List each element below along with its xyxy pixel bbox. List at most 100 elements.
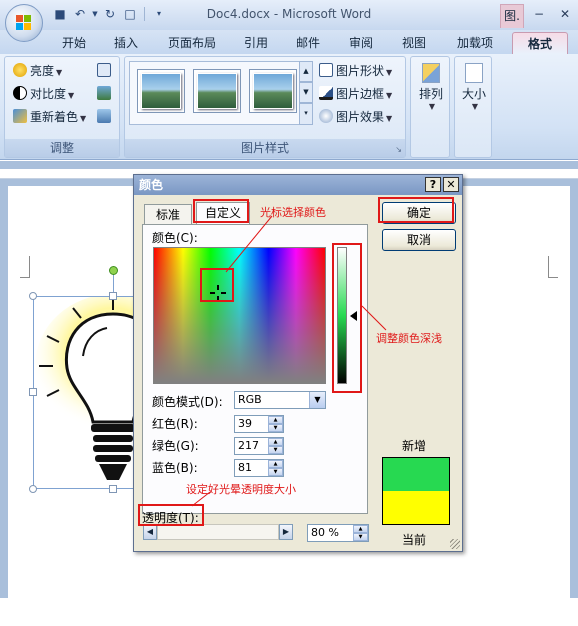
picture-effects-label: 图片效果 [336, 110, 385, 124]
color-mode-label: 颜色模式(D): [152, 395, 223, 409]
adjust-group: 亮度 ▼ 对比度 ▼ 重新着色 ▼ 调整 [4, 56, 120, 158]
picture-shape-icon [319, 63, 333, 77]
spin-up-icon[interactable]: ▲ [268, 460, 283, 468]
tab-insert[interactable]: 插入 [103, 32, 149, 54]
tab-add-ins[interactable]: 加载项 [447, 32, 503, 54]
blue-spinner[interactable]: ▲ ▼ [268, 460, 283, 476]
adjust-group-label: 调整 [5, 139, 119, 157]
blue-value-input[interactable]: 81 ▲ ▼ [234, 459, 284, 477]
arrange-button[interactable]: 排列 ▼ [415, 63, 447, 111]
tab-page-layout[interactable]: 页面布局 [157, 32, 227, 54]
transparency-track[interactable] [157, 524, 279, 540]
title-bar: ■ ↶ ▼ ↻ □ ▾ Doc4.docx - Microsoft Word 图… [0, 0, 578, 30]
size-label: 大小 [461, 87, 486, 101]
picture-effects-button[interactable]: 图片效果 ▼ [319, 107, 392, 127]
chevron-down-icon: ▼ [471, 102, 479, 111]
new-color-label: 新增 [402, 439, 427, 453]
color-dialog: 颜色 ? ✕ 标准 自定义 颜色(C): 颜色模式(D): RGB ▼ 红色(R… [133, 174, 463, 552]
transparency-slider[interactable]: ◀ ▶ [143, 524, 293, 540]
dialog-close-button[interactable]: ✕ [443, 177, 459, 192]
arrange-label: 排列 [418, 87, 443, 101]
tab-references[interactable]: 引用 [234, 32, 278, 54]
picture-effects-icon [319, 109, 333, 123]
adjust-depth-annotation: 调整颜色深浅 [376, 332, 442, 345]
spin-down-icon[interactable]: ▼ [353, 533, 368, 541]
color-mode-value: RGB [238, 393, 262, 406]
picture-style-thumb[interactable] [137, 69, 185, 113]
size-button[interactable]: 大小 ▼ [457, 63, 491, 111]
transparency-value: 80 % [311, 526, 339, 539]
window-title: Doc4.docx - Microsoft Word [206, 7, 372, 21]
transparency-input[interactable]: 80 % ▲ ▼ [307, 524, 369, 542]
tab-view[interactable]: 视图 [392, 32, 436, 54]
tab-standard[interactable]: 标准 [144, 204, 192, 225]
spin-down-icon[interactable]: ▼ [268, 446, 283, 454]
red-value: 39 [238, 417, 252, 430]
tab-mailings[interactable]: 邮件 [286, 32, 330, 54]
resize-handle-sw[interactable] [29, 485, 37, 493]
gallery-more-button[interactable]: ▾ [299, 103, 313, 125]
margin-mark [20, 256, 30, 278]
picture-style-thumb[interactable] [193, 69, 241, 113]
reset-picture-button[interactable] [97, 107, 114, 127]
gallery-up-button[interactable]: ▲ [299, 61, 313, 82]
change-picture-button[interactable] [97, 84, 114, 104]
chevron-down-icon: ▼ [80, 114, 87, 123]
resize-handle-n[interactable] [109, 292, 117, 300]
transparency-highlight [138, 504, 204, 526]
tab-home[interactable]: 开始 [50, 32, 98, 54]
size-group: 大小 ▼ [454, 56, 492, 158]
size-icon [465, 63, 483, 83]
contrast-button[interactable]: 对比度 ▼ [13, 84, 74, 104]
compress-icon [97, 63, 111, 77]
red-spinner[interactable]: ▲ ▼ [268, 416, 283, 432]
spin-up-icon[interactable]: ▲ [268, 438, 283, 446]
minimize-button[interactable]: − [526, 4, 552, 24]
office-button[interactable] [5, 4, 43, 42]
scroll-left-icon[interactable]: ◀ [143, 524, 157, 540]
tab-format[interactable]: 格式 [512, 32, 568, 54]
picture-border-button[interactable]: 图片边框 ▼ [319, 84, 392, 104]
gallery-down-button[interactable]: ▼ [299, 82, 313, 103]
spin-up-icon[interactable]: ▲ [353, 525, 368, 533]
set-transparency-annotation: 设定好光晕透明度大小 [186, 483, 296, 496]
brightness-button[interactable]: 亮度 ▼ [13, 61, 62, 81]
new-color-swatch [383, 458, 449, 491]
blue-label: 蓝色(B): [152, 461, 198, 475]
crosshair-highlight [200, 268, 234, 302]
luminance-highlight [332, 243, 362, 393]
chevron-down-icon[interactable]: ▼ [309, 392, 325, 408]
rotation-handle[interactable] [109, 266, 118, 275]
spin-down-icon[interactable]: ▼ [268, 468, 283, 476]
recolor-label: 重新着色 [30, 110, 79, 124]
chevron-down-icon: ▼ [386, 91, 393, 100]
tab-review[interactable]: 审阅 [339, 32, 383, 54]
help-button[interactable]: ? [425, 177, 441, 192]
picture-style-thumb[interactable] [249, 69, 297, 113]
color-spectrum[interactable] [153, 247, 326, 384]
chevron-down-icon: ▼ [386, 114, 393, 123]
resize-grip-icon[interactable] [450, 539, 460, 549]
red-value-input[interactable]: 39 ▲ ▼ [234, 415, 284, 433]
resize-handle-w[interactable] [29, 388, 37, 396]
green-value-input[interactable]: 217 ▲ ▼ [234, 437, 284, 455]
green-value: 217 [238, 439, 259, 452]
current-color-swatch [383, 491, 449, 524]
spin-up-icon[interactable]: ▲ [268, 416, 283, 424]
cancel-button[interactable]: 取消 [382, 229, 456, 251]
resize-handle-nw[interactable] [29, 292, 37, 300]
spin-down-icon[interactable]: ▼ [268, 424, 283, 432]
scroll-right-icon[interactable]: ▶ [279, 524, 293, 540]
reset-picture-icon [97, 109, 111, 123]
arrange-group: 排列 ▼ [410, 56, 450, 158]
compress-pictures-button[interactable] [97, 61, 114, 81]
transparency-spinner[interactable]: ▲ ▼ [353, 525, 368, 541]
close-window-button[interactable]: ✕ [552, 4, 578, 24]
picture-shape-button[interactable]: 图片形状 ▼ [319, 61, 392, 81]
dialog-launcher-icon[interactable]: ↘ [395, 145, 402, 154]
resize-handle-s[interactable] [109, 485, 117, 493]
green-spinner[interactable]: ▲ ▼ [268, 438, 283, 454]
picture-styles-group-label: 图片样式 [125, 139, 405, 157]
recolor-button[interactable]: 重新着色 ▼ [13, 107, 86, 127]
color-mode-select[interactable]: RGB ▼ [234, 391, 326, 409]
